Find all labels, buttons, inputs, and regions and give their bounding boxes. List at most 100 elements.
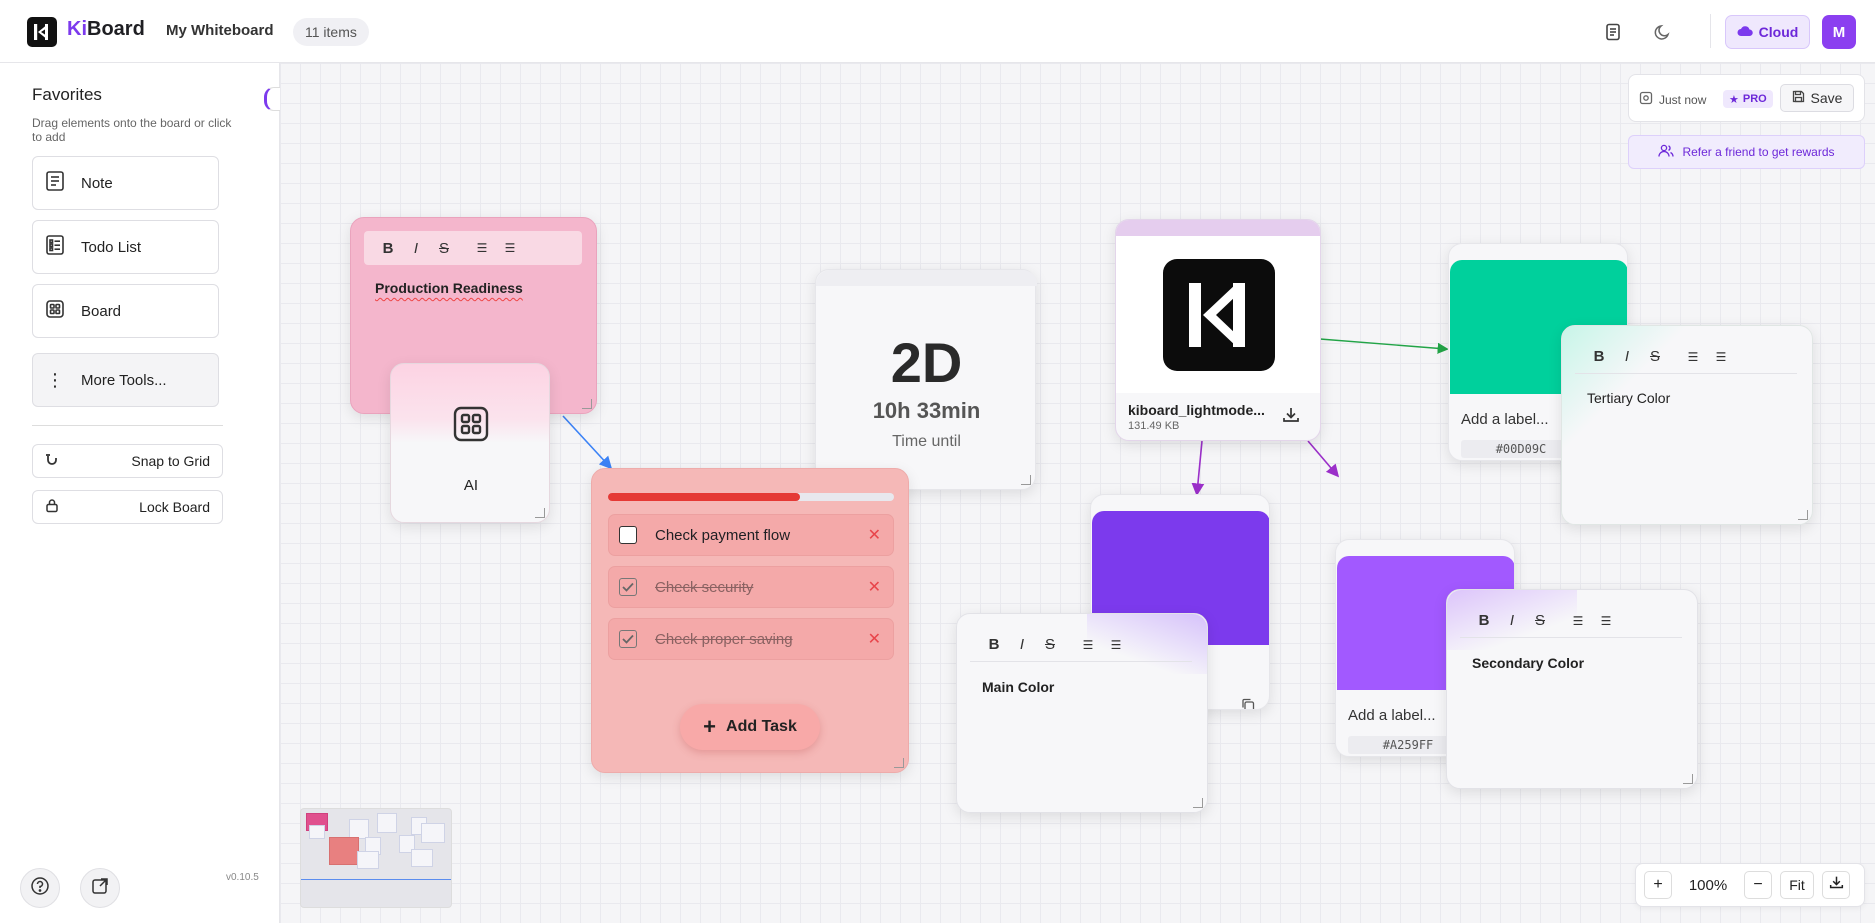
resize-handle[interactable]: [535, 508, 545, 518]
notes-icon[interactable]: [1601, 20, 1625, 44]
ordered-list-icon[interactable]: ☰: [1564, 607, 1592, 635]
bullet-list-icon[interactable]: ☰: [1707, 343, 1735, 371]
open-external-button[interactable]: [80, 868, 120, 908]
strikethrough-icon[interactable]: S: [1526, 607, 1554, 635]
italic-icon[interactable]: I: [402, 234, 430, 262]
minimap-node: [421, 823, 445, 843]
zoom-out-button[interactable]: −: [1744, 871, 1772, 899]
countdown-remaining: 10h 33min: [872, 398, 981, 423]
resize-handle[interactable]: [1193, 798, 1203, 808]
connector-image-to-secondary[interactable]: [1307, 440, 1340, 478]
tool-more[interactable]: ⋮ More Tools...: [32, 353, 219, 407]
note-text[interactable]: Production Readiness: [375, 280, 523, 296]
copy-icon[interactable]: [1241, 698, 1255, 709]
note-card-secondary[interactable]: B I S ☰ ☰ Secondary Color: [1446, 589, 1698, 789]
delete-task-icon[interactable]: ✕: [868, 525, 881, 545]
tool-board[interactable]: Board: [32, 284, 219, 338]
cloud-button[interactable]: Cloud: [1725, 15, 1810, 49]
note-text[interactable]: Main Color: [982, 679, 1054, 695]
countdown-card[interactable]: 2D 10h 33min Time until: [815, 269, 1037, 490]
download-icon[interactable]: [1282, 406, 1300, 429]
bullet-list-icon[interactable]: ☰: [1592, 607, 1620, 635]
help-circle-icon: [30, 876, 50, 901]
note-icon: [45, 170, 65, 196]
items-count-badge: 11 items: [293, 18, 369, 46]
todo-card[interactable]: Check payment flow ✕ Check security ✕ Ch…: [591, 468, 909, 773]
kiboard-logo-image: [1163, 258, 1275, 371]
tool-note[interactable]: Note: [32, 156, 219, 210]
countdown-days: 2D: [890, 331, 963, 394]
help-button[interactable]: [20, 868, 60, 908]
note-text[interactable]: Tertiary Color: [1587, 390, 1670, 406]
zoom-fit-button[interactable]: Fit: [1780, 871, 1814, 899]
connector-image-to-green[interactable]: [1319, 338, 1449, 354]
bullet-list-icon[interactable]: ☰: [496, 234, 524, 262]
bold-icon[interactable]: B: [1470, 607, 1498, 635]
resize-handle[interactable]: [894, 758, 904, 768]
bold-icon[interactable]: B: [980, 631, 1008, 659]
board-title[interactable]: My Whiteboard: [166, 22, 274, 39]
italic-icon[interactable]: I: [1613, 343, 1641, 371]
resize-handle[interactable]: [582, 399, 592, 409]
brand-name: KiBoard: [67, 18, 145, 40]
bold-icon[interactable]: B: [374, 234, 402, 262]
delete-task-icon[interactable]: ✕: [868, 577, 881, 597]
strikethrough-icon[interactable]: S: [1036, 631, 1064, 659]
italic-icon[interactable]: I: [1008, 631, 1036, 659]
checkbox-checked-icon[interactable]: [619, 578, 637, 596]
note-card-tertiary[interactable]: B I S ☰ ☰ Tertiary Color: [1561, 325, 1813, 525]
export-download-button[interactable]: [1822, 871, 1850, 899]
zoom-in-button[interactable]: +: [1644, 871, 1672, 899]
checkbox-unchecked-icon[interactable]: [619, 526, 637, 544]
delete-task-icon[interactable]: ✕: [868, 629, 881, 649]
checkbox-checked-icon[interactable]: [619, 630, 637, 648]
kiboard-logo[interactable]: [27, 17, 57, 47]
pro-badge: ★ PRO: [1723, 90, 1773, 108]
todo-item[interactable]: Check payment flow ✕: [608, 514, 894, 556]
minimap[interactable]: [300, 808, 452, 908]
connector-ai-to-todo[interactable]: [562, 415, 613, 470]
ordered-list-icon[interactable]: ☰: [1679, 343, 1707, 371]
strikethrough-icon[interactable]: S: [430, 234, 458, 262]
lock-board-button[interactable]: Lock Board: [32, 490, 223, 524]
add-task-button[interactable]: + Add Task: [680, 704, 820, 750]
dark-mode-moon-icon[interactable]: [1651, 20, 1675, 44]
todo-item[interactable]: Check security ✕: [608, 566, 894, 608]
resize-handle[interactable]: [1683, 774, 1693, 784]
minimap-viewport[interactable]: [301, 879, 451, 880]
minimap-node: [377, 813, 397, 833]
snap-to-grid-button[interactable]: Snap to Grid: [32, 444, 223, 478]
todo-progress-track: [608, 493, 894, 501]
whiteboard-canvas[interactable]: B I S ☰ ☰ Production Readiness AI 2D 10h…: [280, 63, 1875, 923]
todo-progress-fill: [608, 493, 800, 501]
resize-handle[interactable]: [1021, 475, 1031, 485]
app-header: KiBoard My Whiteboard 11 items Cloud M: [0, 0, 1875, 63]
ordered-list-icon[interactable]: ☰: [468, 234, 496, 262]
color-label-input[interactable]: Add a label...: [1348, 707, 1436, 724]
minimap-node: [357, 851, 379, 869]
tool-todo-list[interactable]: Todo List: [32, 220, 219, 274]
users-icon: [1658, 144, 1675, 161]
resize-handle[interactable]: [1798, 510, 1808, 520]
italic-icon[interactable]: I: [1498, 607, 1526, 635]
image-card[interactable]: kiboard_lightmode... 131.49 KB: [1115, 219, 1321, 441]
note-text[interactable]: Secondary Color: [1472, 655, 1584, 671]
favorites-title: Favorites: [32, 85, 102, 104]
note-card-main[interactable]: B I S ☰ ☰ Main Color: [956, 613, 1208, 813]
bold-icon[interactable]: B: [1585, 343, 1613, 371]
more-vertical-icon: ⋮: [46, 370, 64, 390]
color-label-input[interactable]: Add a label...: [1461, 411, 1549, 428]
refer-friend-banner[interactable]: Refer a friend to get rewards: [1628, 135, 1865, 169]
user-avatar[interactable]: M: [1822, 15, 1856, 49]
save-button[interactable]: Save: [1780, 84, 1854, 112]
ordered-list-icon[interactable]: ☰: [1074, 631, 1102, 659]
todo-item[interactable]: Check proper saving ✕: [608, 618, 894, 660]
countdown-header-bar: [816, 270, 1037, 286]
bullet-list-icon[interactable]: ☰: [1102, 631, 1130, 659]
lock-icon: [45, 498, 59, 516]
note-toolbar: B I S ☰ ☰: [364, 231, 582, 265]
image-preview: [1116, 236, 1320, 393]
connector-image-to-main[interactable]: [1191, 440, 1205, 497]
ai-card[interactable]: AI: [390, 363, 550, 523]
strikethrough-icon[interactable]: S: [1641, 343, 1669, 371]
